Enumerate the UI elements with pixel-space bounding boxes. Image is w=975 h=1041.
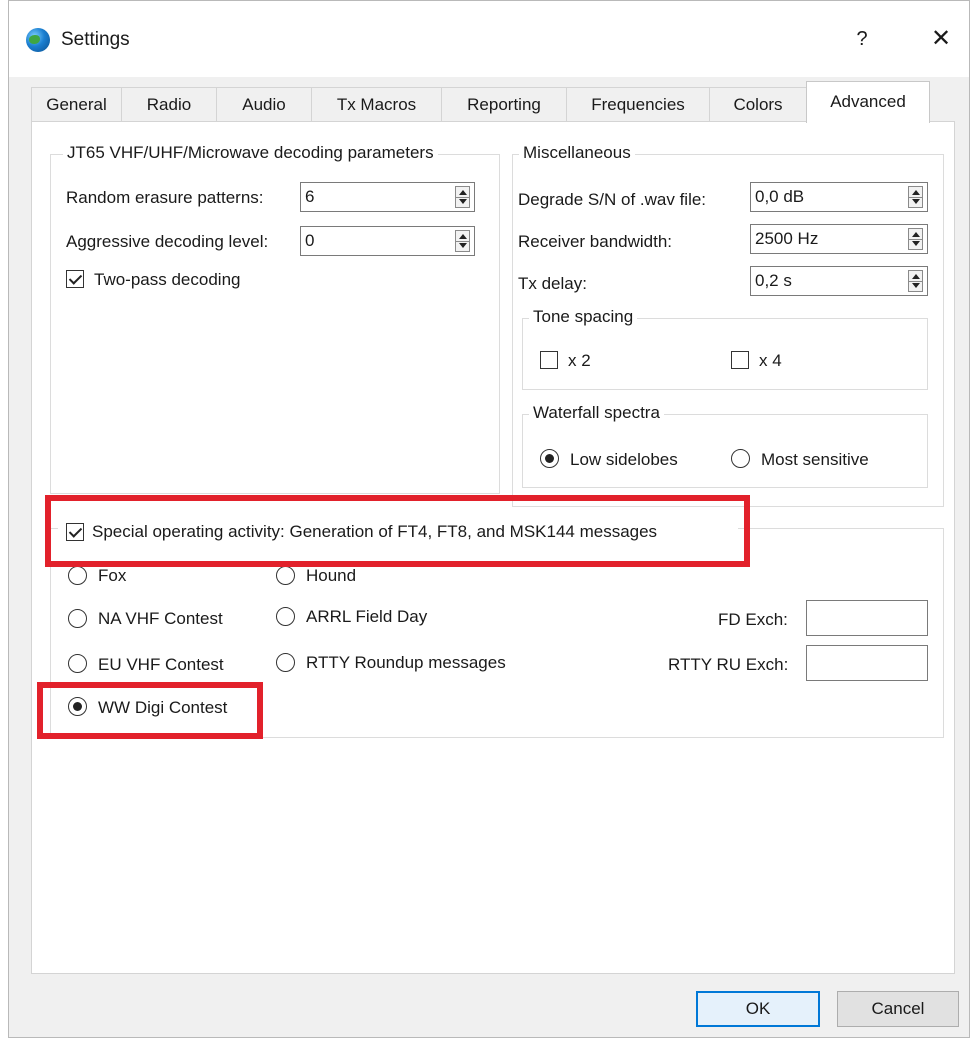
degrade-spinbox[interactable]: 0,0 dB: [750, 182, 928, 212]
rtty-ru-exch-input[interactable]: [806, 645, 928, 681]
advanced-panel: JT65 VHF/UHF/Microwave decoding paramete…: [31, 121, 955, 974]
ok-button[interactable]: OK: [696, 991, 820, 1027]
spin-arrows-icon[interactable]: [908, 186, 923, 208]
tab-tx-macros[interactable]: Tx Macros: [311, 87, 442, 121]
aggressive-decoding-label: Aggressive decoding level:: [66, 232, 269, 251]
tab-general[interactable]: General: [31, 87, 122, 121]
tx-delay-label: Tx delay:: [518, 274, 587, 293]
most-sensitive-label: Most sensitive: [761, 450, 869, 469]
special-activity-checkbox[interactable]: [66, 523, 84, 541]
window-title: Settings: [61, 29, 130, 50]
receiver-bandwidth-value: 2500 Hz: [755, 229, 819, 248]
tone-spacing-title: Tone spacing: [529, 307, 638, 327]
rtty-roundup-radio[interactable]: [276, 653, 295, 672]
close-button[interactable]: ✕: [919, 21, 963, 57]
eu-vhf-contest-radio[interactable]: [68, 654, 87, 673]
most-sensitive-radio[interactable]: [731, 449, 750, 468]
tx-delay-spinbox[interactable]: 0,2 s: [750, 266, 928, 296]
na-vhf-contest-radio[interactable]: [68, 609, 87, 628]
x2-checkbox[interactable]: [540, 351, 558, 369]
rtty-roundup-label: RTTY Roundup messages: [306, 653, 506, 672]
tab-audio[interactable]: Audio: [216, 87, 312, 121]
special-activity-label: Special operating activity: Generation o…: [92, 522, 658, 541]
random-erasure-label: Random erasure patterns:: [66, 188, 264, 207]
tab-reporting[interactable]: Reporting: [441, 87, 567, 121]
x4-label: x 4: [759, 351, 782, 370]
fd-exch-input[interactable]: [806, 600, 928, 636]
misc-group-title: Miscellaneous: [519, 143, 635, 163]
help-button[interactable]: ?: [842, 21, 882, 57]
settings-dialog: Settings ? ✕ General Radio Audio Tx Macr…: [8, 0, 970, 1038]
ww-digi-contest-label: WW Digi Contest: [98, 698, 228, 717]
eu-vhf-contest-label: EU VHF Contest: [98, 655, 224, 674]
waterfall-title: Waterfall spectra: [529, 403, 664, 423]
tab-bar: General Radio Audio Tx Macros Reporting …: [9, 81, 969, 123]
fd-exch-label: FD Exch:: [718, 610, 788, 629]
tab-colors[interactable]: Colors: [709, 87, 807, 121]
aggressive-decoding-value: 0: [305, 231, 315, 250]
low-sidelobes-label: Low sidelobes: [570, 450, 678, 469]
tab-advanced[interactable]: Advanced: [806, 81, 930, 123]
tab-radio[interactable]: Radio: [121, 87, 217, 121]
jt65-group-title: JT65 VHF/UHF/Microwave decoding paramete…: [63, 143, 438, 163]
degrade-value: 0,0 dB: [755, 187, 805, 206]
arrl-field-day-label: ARRL Field Day: [306, 607, 428, 626]
rtty-ru-exch-label: RTTY RU Exch:: [668, 655, 789, 674]
na-vhf-contest-label: NA VHF Contest: [98, 609, 223, 628]
spin-arrows-icon[interactable]: [908, 228, 923, 250]
arrl-field-day-radio[interactable]: [276, 607, 295, 626]
random-erasure-value: 6: [305, 187, 315, 206]
globe-icon: [26, 28, 50, 52]
low-sidelobes-radio[interactable]: [540, 449, 559, 468]
x4-checkbox[interactable]: [731, 351, 749, 369]
aggressive-decoding-spinbox[interactable]: 0: [300, 226, 475, 256]
hound-radio[interactable]: [276, 566, 295, 585]
ww-digi-contest-radio[interactable]: [68, 697, 87, 716]
two-pass-checkbox[interactable]: [66, 270, 84, 288]
x2-label: x 2: [568, 351, 591, 370]
hound-label: Hound: [306, 566, 357, 585]
fox-label: Fox: [98, 566, 127, 585]
receiver-bandwidth-spinbox[interactable]: 2500 Hz: [750, 224, 928, 254]
fox-radio[interactable]: [68, 566, 87, 585]
receiver-bandwidth-label: Receiver bandwidth:: [518, 232, 673, 251]
title-bar: Settings ? ✕: [9, 1, 969, 77]
spin-arrows-icon[interactable]: [908, 270, 923, 292]
two-pass-label: Two-pass decoding: [94, 270, 241, 289]
spin-arrows-icon[interactable]: [455, 230, 470, 252]
cancel-button[interactable]: Cancel: [837, 991, 959, 1027]
tab-frequencies[interactable]: Frequencies: [566, 87, 710, 121]
random-erasure-spinbox[interactable]: 6: [300, 182, 475, 212]
tx-delay-value: 0,2 s: [755, 271, 792, 290]
spin-arrows-icon[interactable]: [455, 186, 470, 208]
degrade-label: Degrade S/N of .wav file:: [518, 190, 707, 209]
